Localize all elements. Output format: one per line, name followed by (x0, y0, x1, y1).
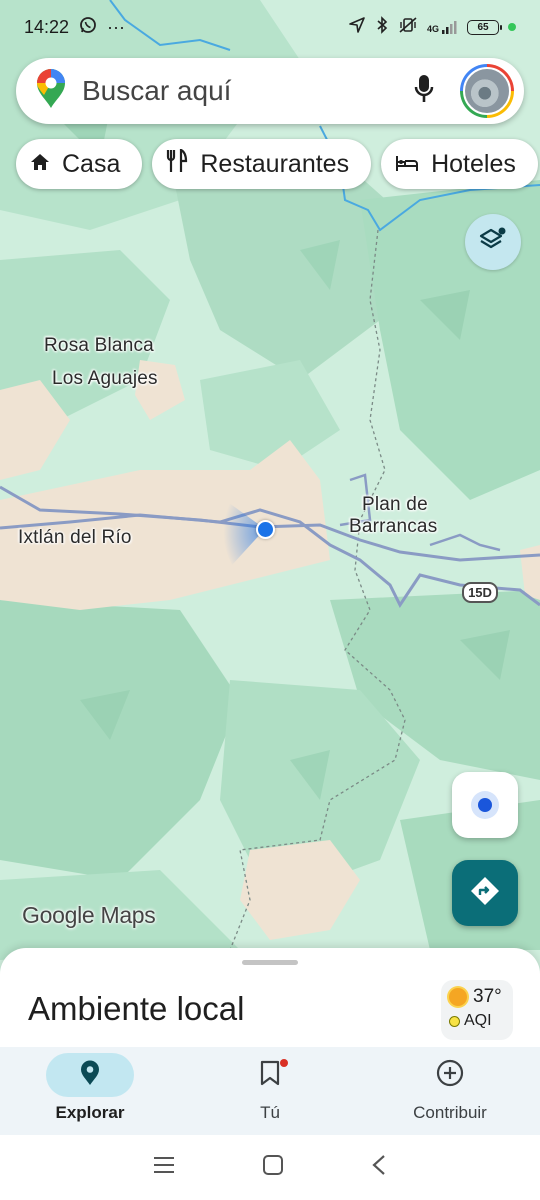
highway-shield: 15D (462, 582, 498, 603)
home-button[interactable] (262, 1154, 284, 1181)
map-label-plan-line1: Plan de (362, 494, 428, 515)
layers-icon (479, 226, 507, 259)
nav-contribuir[interactable]: Contribuir (360, 1047, 540, 1135)
aqi-dot-icon (449, 1015, 460, 1027)
search-bar[interactable]: Buscar aquí (16, 58, 524, 124)
nav-label: Explorar (55, 1103, 125, 1122)
network-type: 4G (426, 24, 439, 34)
my-location-icon (471, 791, 499, 819)
nav-pill (226, 1053, 314, 1097)
nav-label: Tú (260, 1103, 280, 1122)
map-label-plan-line2: Barrancas (349, 516, 438, 537)
chip-hoteles[interactable]: Hoteles (381, 139, 538, 189)
bluetooth-icon (375, 15, 389, 39)
chip-label: Casa (62, 149, 121, 178)
maps-pin-logo-icon (36, 68, 66, 114)
sheet-drag-handle[interactable] (242, 960, 298, 965)
current-location-dot (256, 520, 275, 539)
back-button[interactable] (371, 1154, 387, 1181)
hotel-icon (395, 150, 419, 179)
nav-pill (406, 1053, 494, 1097)
account-avatar[interactable] (460, 64, 514, 118)
directions-icon (469, 875, 501, 912)
restaurant-icon (166, 147, 188, 180)
map-label-rosa-blanca[interactable]: Rosa Blanca (44, 335, 154, 357)
map-label-plan-de-barrancas[interactable]: Plan de Barrancas (349, 494, 437, 538)
sheet-title: Ambiente local (28, 990, 245, 1027)
whatsapp-icon (79, 16, 97, 39)
nav-tu[interactable]: Tú (180, 1047, 360, 1135)
microphone-icon[interactable] (414, 74, 434, 109)
sun-icon (449, 988, 467, 1006)
google-maps-attribution: Google Maps (22, 902, 156, 928)
recent-apps-button[interactable] (153, 1155, 175, 1180)
nav-pill (46, 1053, 134, 1097)
chip-label: Hoteles (431, 149, 516, 178)
avatar-image (463, 67, 511, 115)
chip-label: Restaurantes (200, 149, 350, 178)
nav-explorar[interactable]: Explorar (0, 1047, 180, 1135)
map-label-ixtlan-del-rio[interactable]: Ixtlán del Río (18, 527, 132, 549)
add-circle-icon (436, 1059, 464, 1092)
navigation-arrow-icon (348, 16, 366, 39)
status-bar: 14:22 ··· 4G 65 (0, 0, 540, 54)
map-layers-button[interactable] (465, 214, 521, 270)
vibrate-off-icon (398, 16, 418, 39)
my-location-button[interactable] (452, 772, 518, 838)
home-icon (30, 150, 50, 179)
chip-casa[interactable]: Casa (16, 139, 143, 189)
bottom-navigation: Explorar Tú Contribuir (0, 1047, 540, 1135)
weather-card[interactable]: 37° AQI (441, 980, 513, 1040)
bookmark-icon (259, 1060, 281, 1091)
aqi-label: AQI (464, 1012, 492, 1029)
search-input[interactable]: Buscar aquí (82, 75, 414, 107)
notification-dot (280, 1059, 288, 1067)
system-navigation-bar (0, 1135, 540, 1200)
more-notifications-icon: ··· (107, 16, 126, 37)
nav-label: Contribuir (413, 1103, 487, 1122)
privacy-indicator-dot (508, 23, 516, 31)
status-time: 14:22 (24, 16, 70, 37)
category-chips: Casa Restaurantes Hoteles (16, 139, 538, 189)
battery-indicator: 65 (467, 19, 502, 35)
map-label-los-aguajes[interactable]: Los Aguajes (52, 368, 158, 390)
location-pin-icon (80, 1060, 100, 1091)
weather-temperature: 37° (473, 986, 502, 1007)
directions-button[interactable] (452, 860, 518, 926)
signal-icon: 4G (427, 20, 458, 34)
chip-restaurantes[interactable]: Restaurantes (152, 139, 372, 189)
